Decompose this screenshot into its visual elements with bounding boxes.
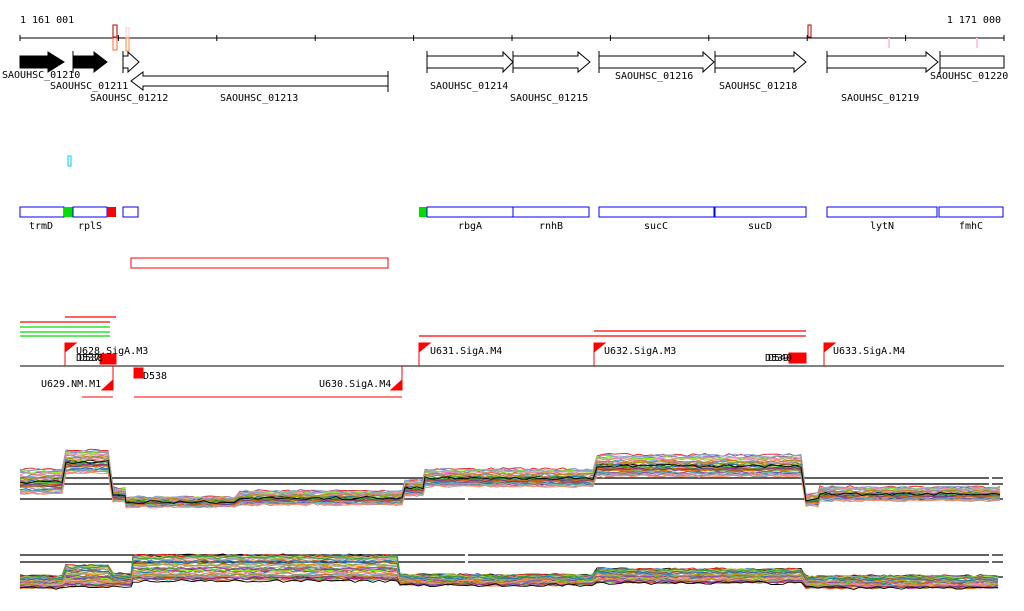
expression-track-forward <box>19 448 1003 509</box>
gene-box[interactable] <box>598 206 715 218</box>
promoter-label: U632.SigA.M3 <box>604 346 676 357</box>
gene-arrow[interactable] <box>130 71 389 91</box>
locus-label: SAOUHSC_01210 <box>2 70 80 81</box>
genome-browser: 1 161 001 1 171 000 SAOUHSC_01210 SAOUHS… <box>2 15 1008 590</box>
marker <box>125 37 130 52</box>
gene-label: lytN <box>870 221 894 232</box>
promoter-label: U631.SigA.M4 <box>430 346 502 357</box>
locus-label: SAOUHSC_01211 <box>50 81 128 92</box>
feature-box[interactable] <box>130 257 389 269</box>
stop-marker <box>107 207 116 217</box>
gene-arrow[interactable] <box>426 50 514 74</box>
terminator-marker[interactable] <box>133 367 144 379</box>
gene-box[interactable] <box>512 206 590 218</box>
promoter-flag[interactable] <box>100 378 114 391</box>
marker <box>67 155 72 167</box>
promoter-flag[interactable] <box>64 342 78 354</box>
gene-box[interactable] <box>938 206 1004 218</box>
promoter-label: U633.SigA.M4 <box>833 346 905 357</box>
gene-arrow[interactable] <box>72 50 108 74</box>
terminator-label: D538 <box>143 371 167 382</box>
promoter-flag[interactable] <box>418 342 432 354</box>
locus-label: SAOUHSC_01212 <box>90 93 168 104</box>
gene-box[interactable] <box>426 206 514 218</box>
gene-arrows-track <box>19 50 1005 92</box>
gene-arrow[interactable] <box>826 50 939 74</box>
promoter-label: U630.SigA.M4 <box>319 379 391 390</box>
start-marker <box>64 207 73 217</box>
gene-label: sucC <box>644 221 668 232</box>
gene-arrow[interactable] <box>939 55 1005 69</box>
locus-label: SAOUHSC_01214 <box>430 81 508 92</box>
locus-label: SAOUHSC_01220 <box>930 71 1008 82</box>
locus-label: SAOUHSC_01218 <box>719 81 797 92</box>
gene-arrow[interactable] <box>512 50 591 74</box>
gene-label: sucD <box>748 221 772 232</box>
terminator-label: D538 <box>79 353 103 364</box>
gene-arrow[interactable] <box>714 50 807 74</box>
gene-box[interactable] <box>826 206 938 218</box>
coordinate-axis: 1 161 001 1 171 000 <box>19 15 1005 52</box>
gene-name-labels: trmD rplS rbgA rnhB sucC sucD lytN fmhC <box>29 221 983 232</box>
gene-label: rplS <box>78 221 102 232</box>
regulatory-track: U628.SigA.M3 U629.NM.M1 U630.SigA.M4 U63… <box>20 342 1004 398</box>
promoter-label: U629.NM.M1 <box>41 379 101 390</box>
locus-label: SAOUHSC_01215 <box>510 93 588 104</box>
gene-box[interactable] <box>714 206 807 218</box>
marker <box>976 38 978 48</box>
marker <box>807 24 812 38</box>
gene-arrow[interactable] <box>19 51 65 73</box>
axis-end-label: 1 171 000 <box>947 15 1001 26</box>
locus-label: SAOUHSC_01219 <box>841 93 919 104</box>
gene-label: rbgA <box>458 221 482 232</box>
gene-label: rnhB <box>539 221 563 232</box>
gene-box[interactable] <box>122 206 139 218</box>
marker <box>125 27 130 38</box>
gene-label: fmhC <box>959 221 983 232</box>
transcripts-track <box>20 316 806 337</box>
start-marker <box>419 207 427 217</box>
locus-label: SAOUHSC_01213 <box>220 93 298 104</box>
marker <box>112 24 118 38</box>
gene-box[interactable] <box>72 206 108 218</box>
gene-arrow[interactable] <box>598 50 715 74</box>
promoter-flag[interactable] <box>389 378 403 391</box>
gene-label: trmD <box>29 221 53 232</box>
locus-label: SAOUHSC_01216 <box>615 71 693 82</box>
marker <box>112 37 118 51</box>
marker <box>888 38 890 48</box>
axis-start-label: 1 161 001 <box>20 15 74 26</box>
terminator-label: D540 <box>768 353 792 364</box>
gene-arrow[interactable] <box>122 50 140 74</box>
locus-labels: SAOUHSC_01210 SAOUHSC_01211 SAOUHSC_0121… <box>2 70 1008 104</box>
gene-names-track <box>19 206 1004 218</box>
gene-box[interactable] <box>19 206 65 218</box>
expression-track-reverse <box>19 553 1003 590</box>
